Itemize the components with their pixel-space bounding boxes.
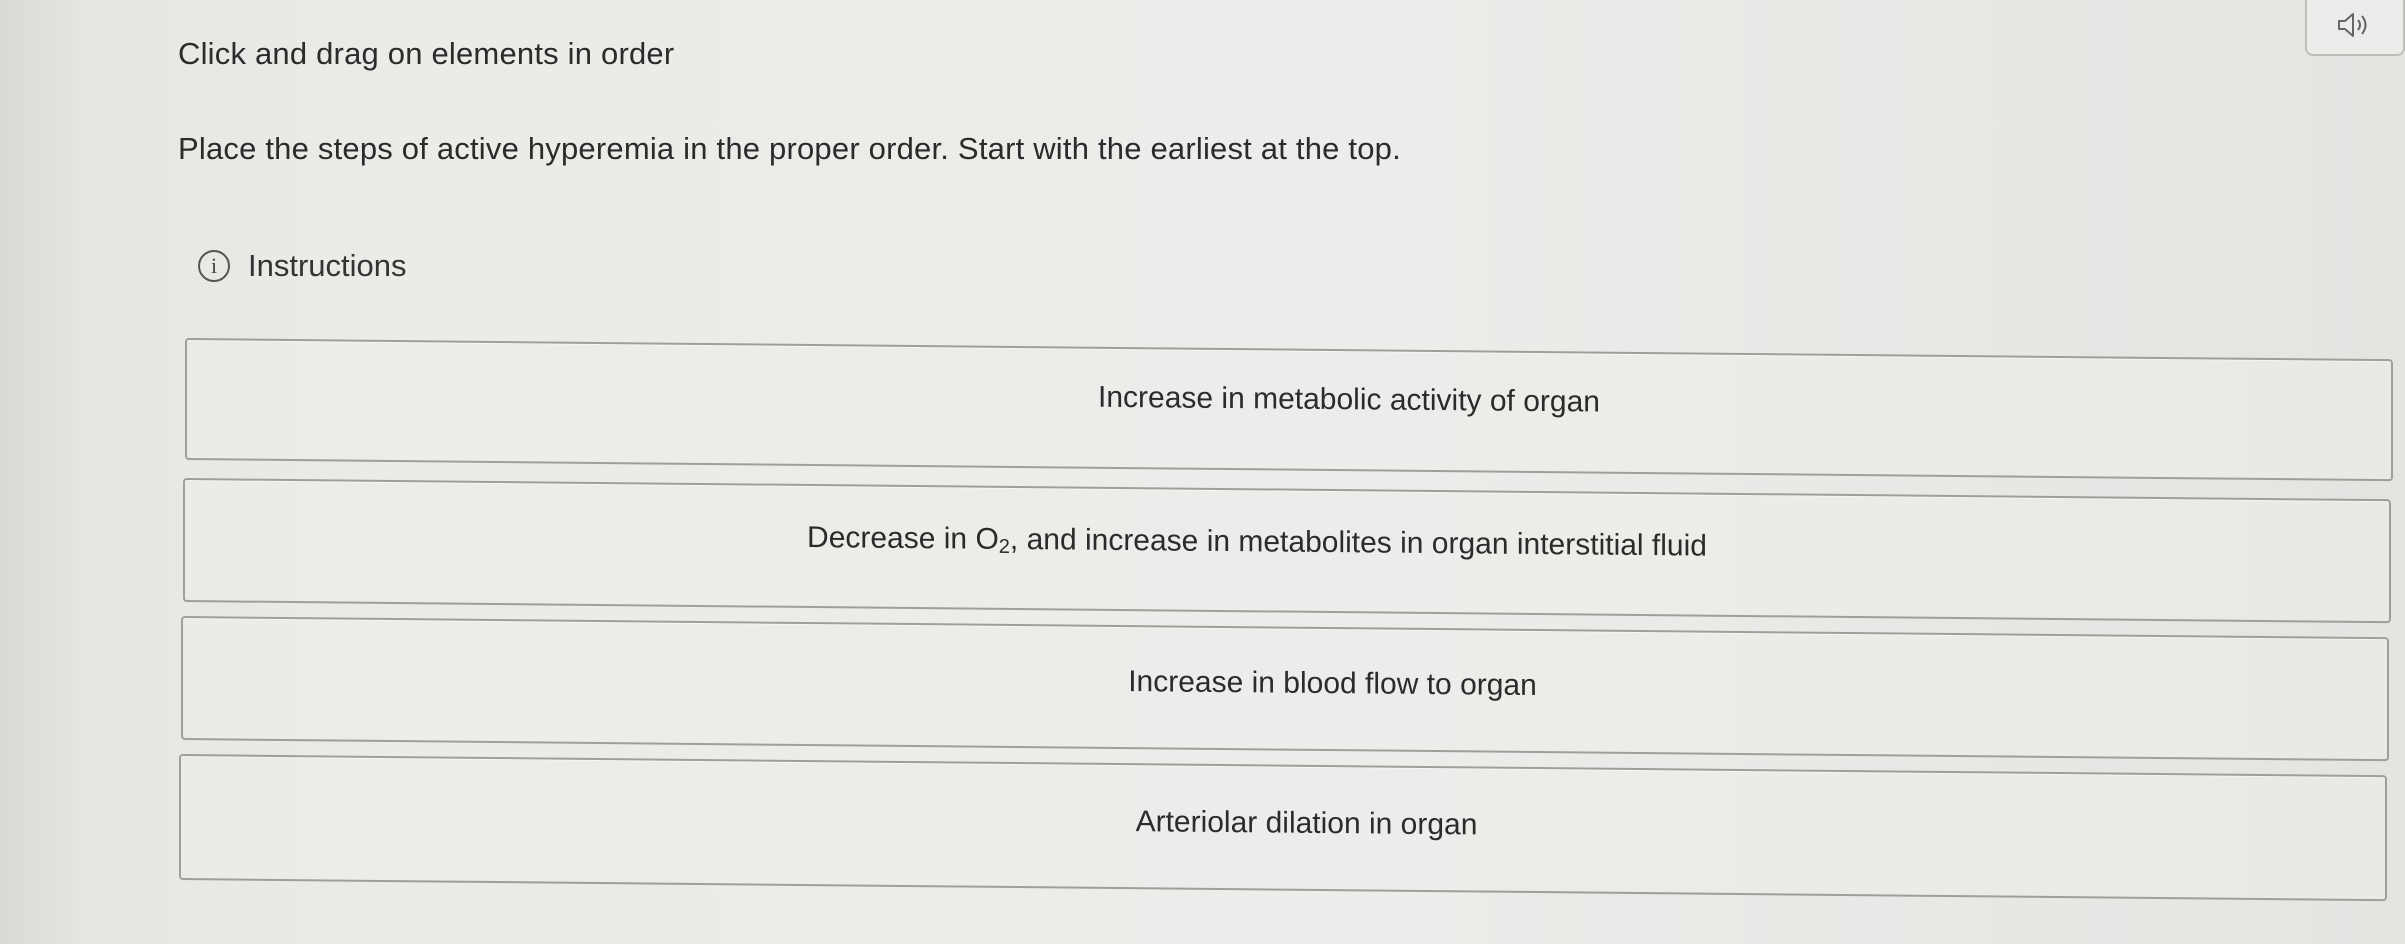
drag-item-label: Arteriolar dilation in organ: [1135, 805, 1478, 842]
drag-item-label: Decrease in O2, and increase in metaboli…: [807, 521, 1707, 566]
drag-item[interactable]: Decrease in O2, and increase in metaboli…: [183, 478, 2391, 624]
drag-item[interactable]: Increase in blood flow to organ: [181, 616, 2389, 762]
drag-item-label-part: Decrease in O: [807, 520, 999, 556]
drag-item[interactable]: Increase in metabolic activity of organ: [185, 338, 2393, 482]
drag-item[interactable]: Arteriolar dilation in organ: [179, 754, 2387, 902]
drag-item-label: Increase in metabolic activity of organ: [1098, 380, 1600, 419]
drag-item-label-part: , and increase in metabolites in organ i…: [1009, 522, 1707, 563]
question-page: Click and drag on elements in order Plac…: [0, 0, 2405, 944]
drag-item-label: Increase in blood flow to organ: [1128, 665, 1537, 703]
sortable-list: Increase in metabolic activity of organ …: [0, 0, 2405, 944]
subscript: 2: [998, 535, 1010, 558]
